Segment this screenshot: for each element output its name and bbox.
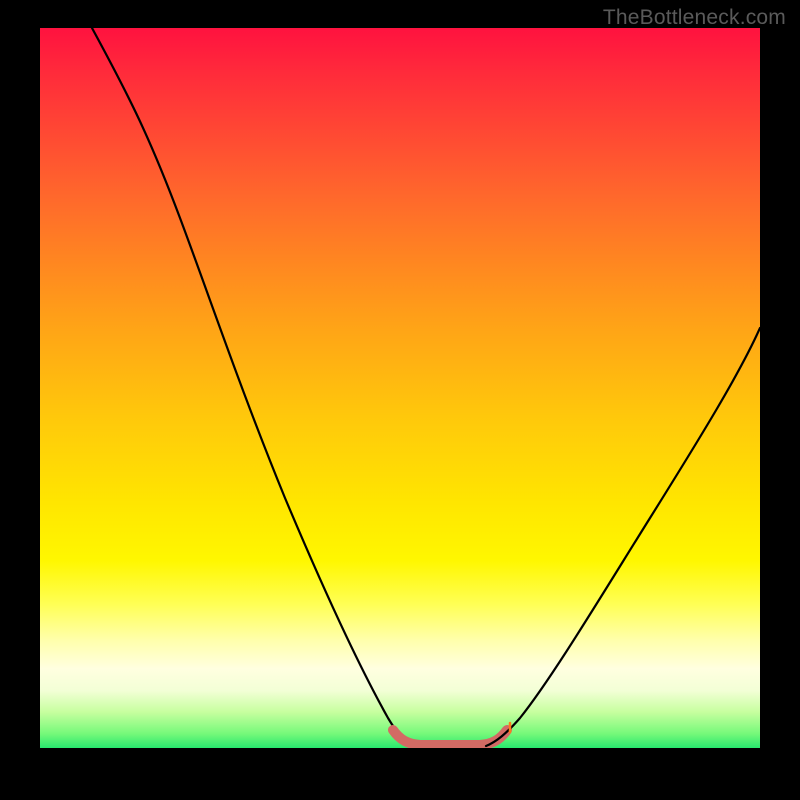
valley-span-marker [393,730,507,745]
watermark-text: TheBottleneck.com [603,6,786,30]
plot-area [40,28,760,748]
chart-overlay [40,28,760,748]
bottleneck-curve-right [486,328,760,746]
bottleneck-curve-left [92,28,414,746]
chart-frame: TheBottleneck.com [0,0,800,800]
